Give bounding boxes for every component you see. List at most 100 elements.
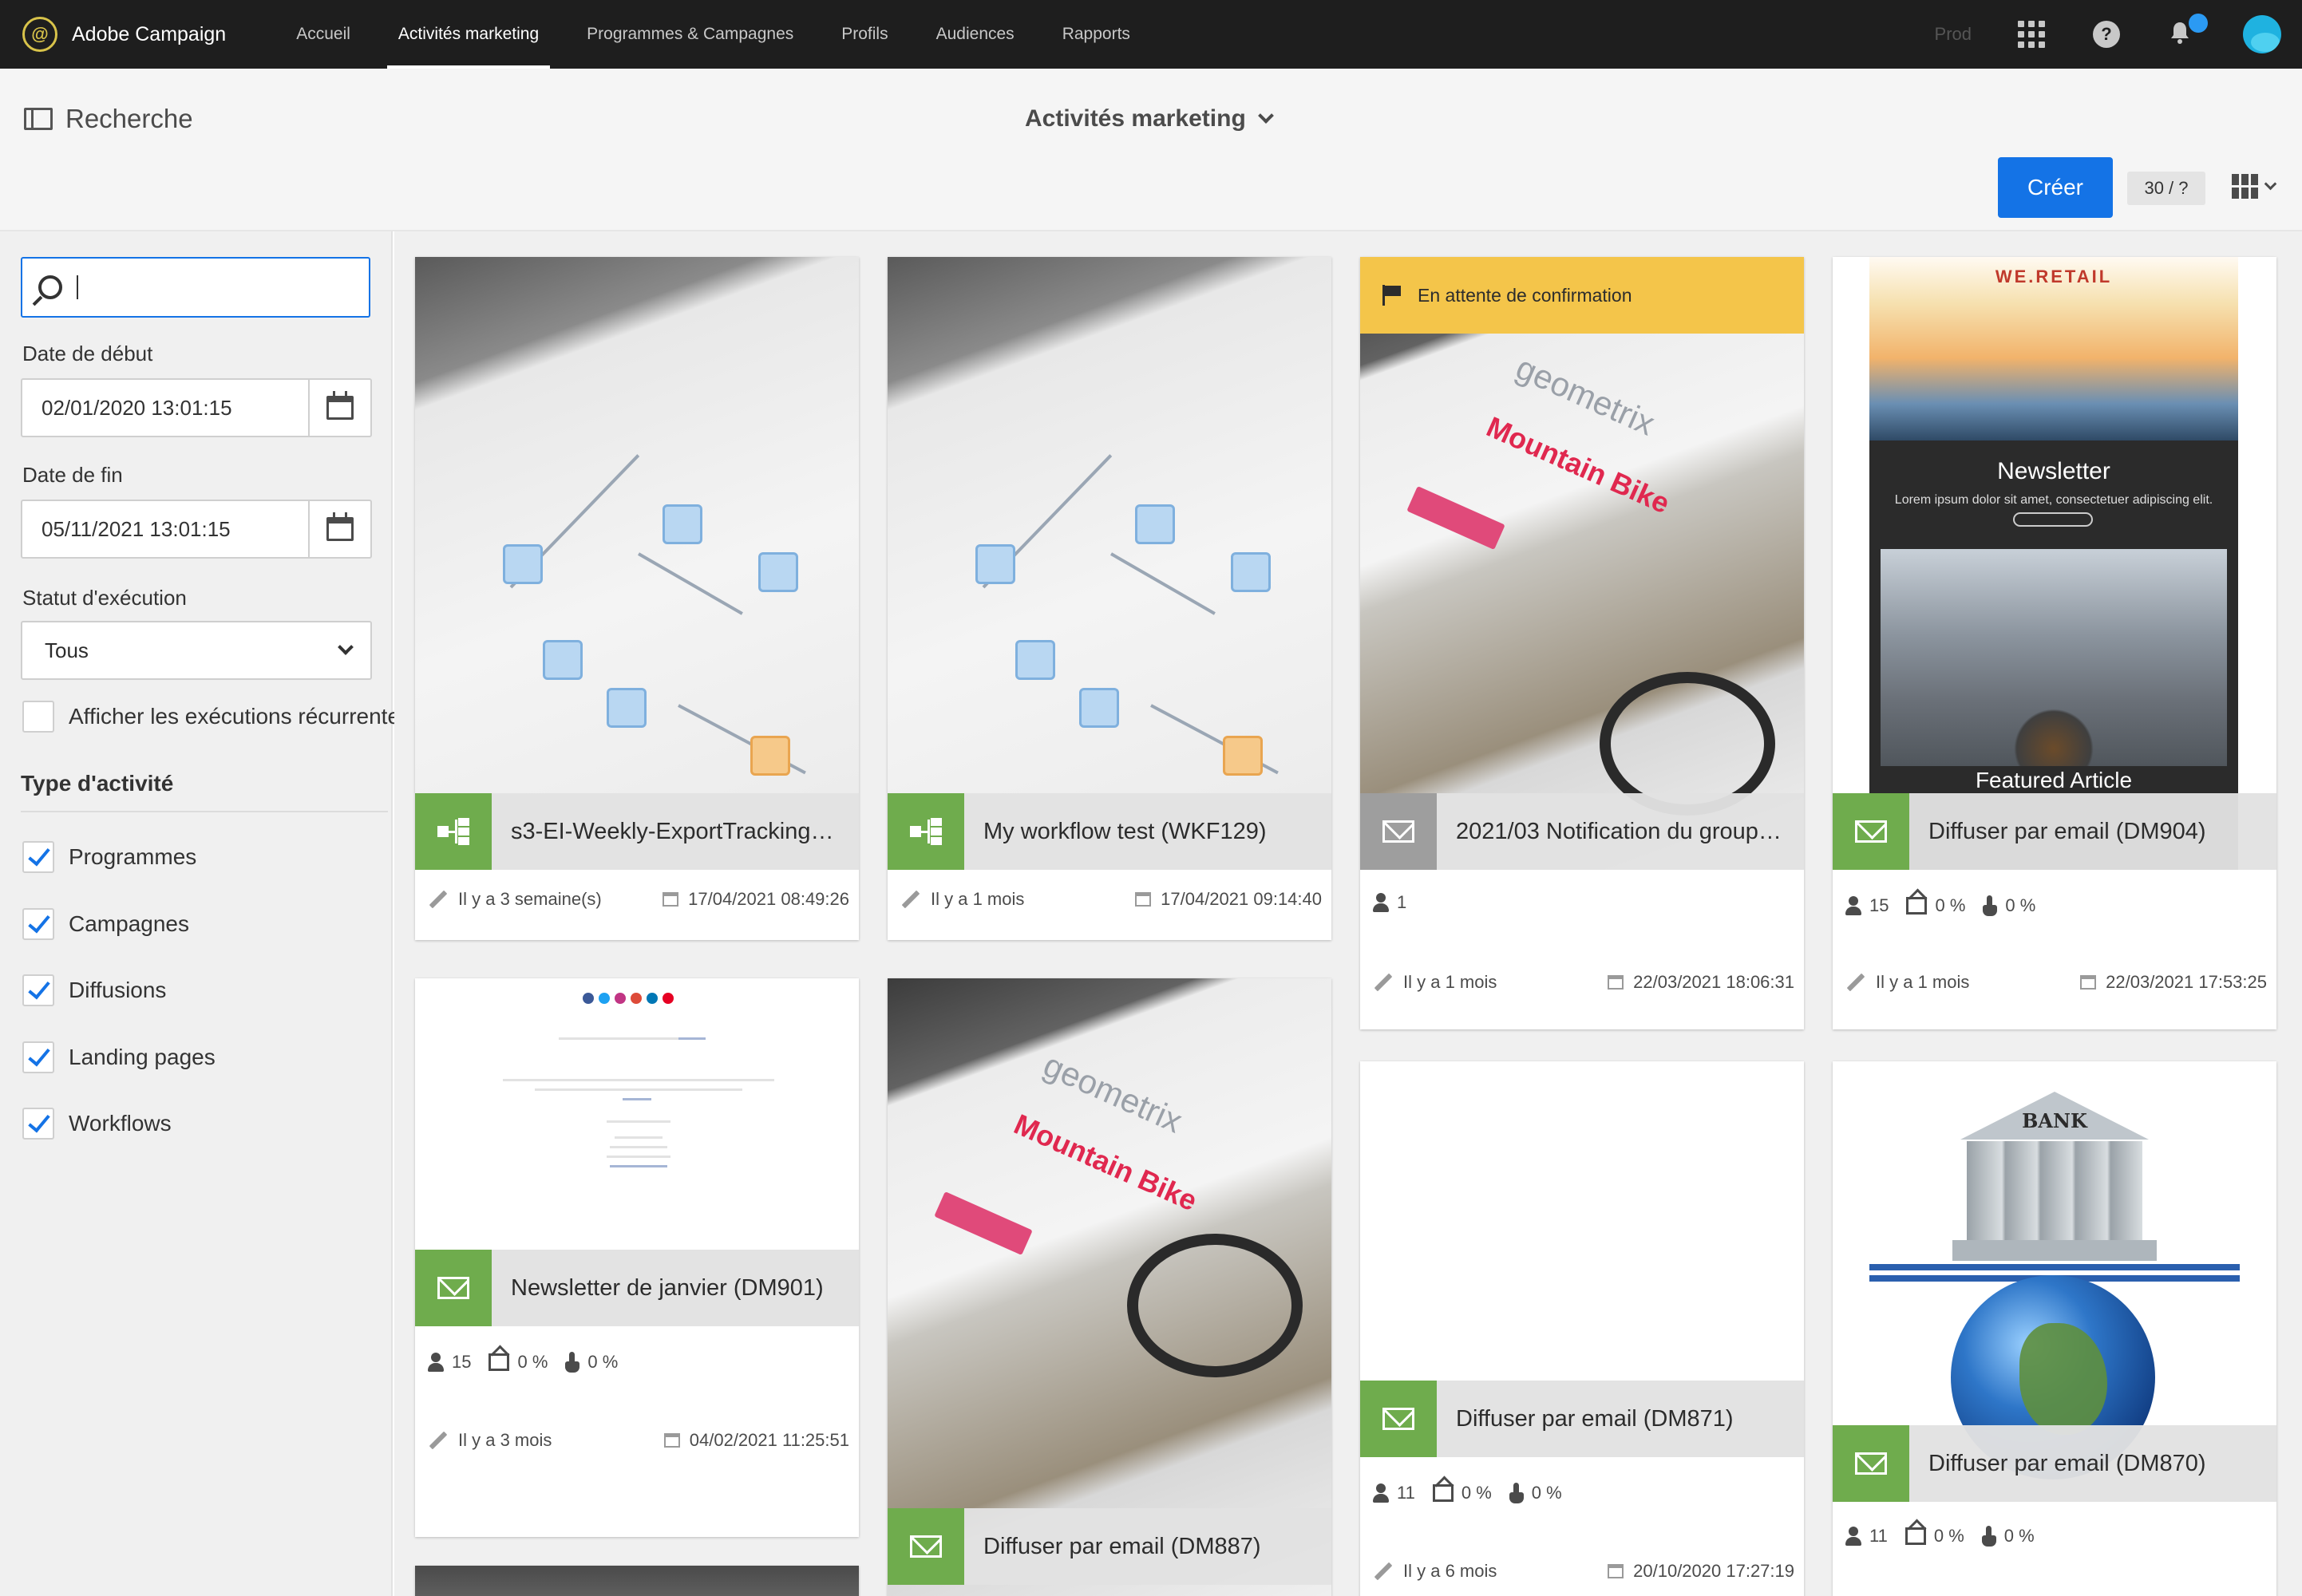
create-button[interactable]: Créer [1998,157,2113,218]
type-filter-programmes[interactable]: Programmes [22,841,196,873]
bank-base [1952,1240,2157,1261]
nav-item-activites-marketing[interactable]: Activités marketing [374,0,563,69]
card-label-bar: s3-EI-Weekly-ExportTrackingLogs ... [415,793,859,870]
nav-item-accueil[interactable]: Accueil [272,0,374,69]
email-type-badge [1360,1381,1437,1457]
activity-card[interactable]: Newsletter de janvier (DM901) 15 0 % 0 %… [415,978,859,1537]
type-label: Diffusions [69,978,167,1002]
brand[interactable]: @ Adobe Campaign [22,17,226,52]
card-label-bar: Diffuser par email (DM887) [888,1508,1331,1585]
person-icon [1845,1527,1861,1546]
type-filter-landing-pages[interactable]: Landing pages [22,1041,216,1073]
calendar-icon [1608,975,1624,990]
card-meta-row: Il y a 6 mois 20/10/2020 17:27:19 [1373,1561,1794,1582]
type-filter-campagnes[interactable]: Campagnes [22,908,189,940]
open-rate-icon [1906,897,1928,915]
card-title[interactable]: Diffuser par email (DM870) [1928,1451,2221,1477]
email-thumbnail [1360,1061,1804,1381]
card-title[interactable]: s3-EI-Weekly-ExportTrackingLogs ... [511,819,859,845]
type-checkbox[interactable] [22,1041,54,1073]
card-click-rate: 0 % [2005,895,2036,915]
view-title: Activités marketing [1025,105,1246,132]
main-nav: Accueil Activités marketing Programmes &… [272,0,1154,69]
card-title[interactable]: Newsletter de janvier (DM901) [511,1275,838,1302]
type-filter-diffusions[interactable]: Diffusions [22,974,166,1006]
activity-card[interactable]: WE.RETAIL Newsletter Lorem ipsum dolor s… [1833,257,2276,1029]
card-recipients: 11 [1397,1483,1415,1503]
nav-utilities: Prod ? [1935,0,2281,69]
nav-item-audiences[interactable]: Audiences [912,0,1038,69]
execution-status-select[interactable]: Tous [21,621,372,680]
envelope-icon [1855,820,1887,843]
card-meta-row: Il y a 3 mois 04/02/2021 11:25:51 [428,1430,849,1451]
type-checkbox[interactable] [22,841,54,873]
card-date: 20/10/2020 17:27:19 [1633,1561,1794,1581]
envelope-icon [1382,1408,1414,1430]
activity-card[interactable]: geometrix Mountain Bike En attente de co… [1360,257,1804,1029]
card-title[interactable]: My workflow test (WKF129) [983,819,1281,845]
card-title[interactable]: Diffuser par email (DM871) [1456,1406,1748,1432]
end-date-picker-button[interactable] [308,501,370,557]
card-modified: Il y a 3 semaine(s) [458,889,602,909]
recurring-executions-option[interactable]: Afficher les exécutions récurrentes [22,701,411,733]
email-type-badge [1833,1425,1909,1502]
type-checkbox[interactable] [22,974,54,1006]
type-checkbox[interactable] [22,1108,54,1140]
search-input[interactable] [21,257,370,318]
side-panel-icon [24,108,53,130]
card-stats-row: 11 0 % 0 % [1373,1483,1580,1503]
card-recipients: 1 [1397,892,1407,912]
view-selector[interactable]: Activités marketing [1025,105,1274,132]
card-open-rate: 0 % [1935,895,1966,915]
card-meta-row: Il y a 3 semaine(s) 17/04/2021 08:49:26 [428,889,849,910]
envelope-icon [437,1277,469,1299]
workflow-thumbnail [888,257,1331,793]
thumbnail-photo [1881,549,2227,766]
end-date-value[interactable]: 05/11/2021 13:01:15 [22,501,308,557]
user-avatar[interactable] [2243,15,2281,53]
card-title[interactable]: 2021/03 Notification du groupe d... [1456,819,1804,845]
type-checkbox[interactable] [22,908,54,940]
card-meta-row: Il y a 1 mois 22/03/2021 17:53:25 [1845,972,2267,993]
email-thumbnail: geometrix Mountain Bike [1360,257,1804,870]
card-modified: Il y a 3 mois [458,1430,552,1450]
nav-item-programmes-campagnes[interactable]: Programmes & Campagnes [563,0,817,69]
calendar-icon [663,892,679,907]
type-label: Programmes [69,844,197,869]
adobe-campaign-logo-icon: @ [22,17,57,52]
thumbnail-button [934,1191,1033,1255]
activity-card[interactable]: My workflow test (WKF129) Il y a 1 mois … [888,257,1331,940]
card-label-bar: Newsletter de janvier (DM901) [415,1250,859,1326]
start-date-field[interactable]: 02/01/2020 13:01:15 [21,378,372,437]
card-label-bar: Diffuser par email (DM904) [1833,793,2276,870]
end-date-label: Date de fin [22,463,123,487]
text-cursor [77,275,78,299]
nav-item-rapports[interactable]: Rapports [1038,0,1154,69]
notifications-button[interactable] [2168,14,2208,49]
activity-card[interactable]: BANK Diffuser par email (DM870) 11 0 % 0… [1833,1061,2276,1596]
activity-card[interactable]: Diffuser par email (DM871) 11 0 % 0 % Il… [1360,1061,1804,1596]
activity-card[interactable] [415,1566,859,1596]
type-filter-workflows[interactable]: Workflows [22,1108,172,1140]
layout-toggle-button[interactable] [2232,174,2277,199]
nav-item-profils[interactable]: Profils [817,0,912,69]
card-modified: Il y a 1 mois [931,889,1025,909]
card-stats-row: 11 0 % 0 % [1845,1526,2052,1547]
open-rate-icon [1432,1484,1454,1502]
start-date-picker-button[interactable] [308,380,370,436]
apps-grid-icon[interactable] [2018,21,2045,48]
activity-card[interactable]: s3-EI-Weekly-ExportTrackingLogs ... Il y… [415,257,859,940]
card-meta-row: Il y a 1 mois 22/03/2021 18:06:31 [1373,972,1794,993]
card-recipients: 15 [1869,895,1889,915]
recurring-executions-label: Afficher les exécutions récurrentes [69,704,412,729]
card-title[interactable]: Diffuser par email (DM887) [983,1534,1276,1560]
start-date-value[interactable]: 02/01/2020 13:01:15 [22,380,308,436]
environment-label: Prod [1934,24,1972,44]
card-title[interactable]: Diffuser par email (DM904) [1928,819,2221,845]
end-date-field[interactable]: 05/11/2021 13:01:15 [21,500,372,559]
activity-card[interactable]: geometrix Mountain Bike Diffuser par ema… [888,978,1331,1596]
search-panel-toggle[interactable]: Recherche [24,104,193,134]
thumbnail-button [2013,512,2093,527]
recurring-executions-checkbox[interactable] [22,701,54,733]
help-icon[interactable]: ? [2093,21,2120,48]
